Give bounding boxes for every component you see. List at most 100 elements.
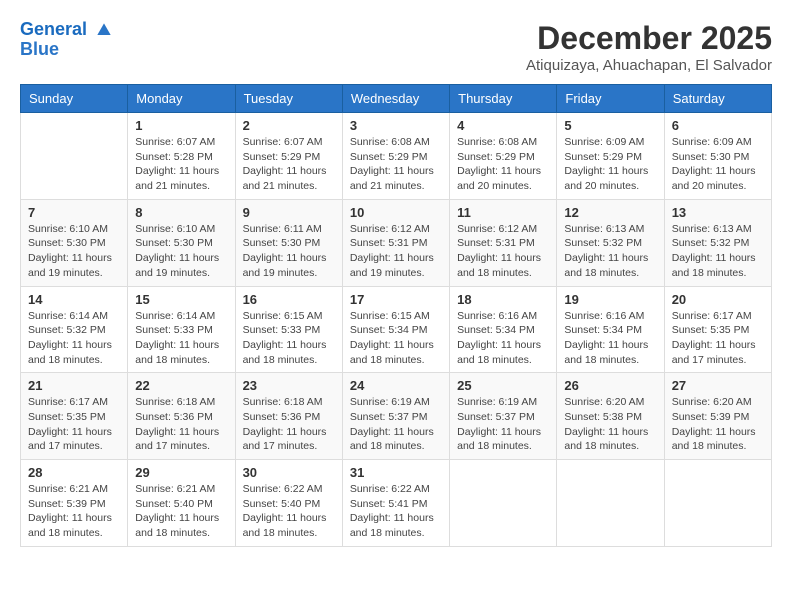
calendar-cell: 17Sunrise: 6:15 AMSunset: 5:34 PMDayligh…	[342, 286, 449, 373]
day-info: Sunrise: 6:21 AMSunset: 5:40 PMDaylight:…	[135, 482, 227, 541]
day-number: 6	[672, 118, 764, 133]
weekday-header: Thursday	[450, 85, 557, 113]
day-info: Sunrise: 6:20 AMSunset: 5:39 PMDaylight:…	[672, 395, 764, 454]
calendar-cell	[557, 460, 664, 547]
day-info: Sunrise: 6:22 AMSunset: 5:40 PMDaylight:…	[243, 482, 335, 541]
calendar-week-row: 14 Sunrise: 6:14 AMSunset: 5:32 PMDayligh…	[21, 286, 772, 373]
day-info: Sunrise: 6:18 AMSunset: 5:36 PMDaylight:…	[135, 395, 227, 454]
calendar-cell: 25Sunrise: 6:19 AMSunset: 5:37 PMDayligh…	[450, 373, 557, 460]
weekday-header-row: SundayMondayTuesdayWednesdayThursdayFrid…	[21, 85, 772, 113]
day-number: 22	[135, 378, 227, 393]
calendar-cell: 21 Sunrise: 6:17 AMSunset: 5:35 PMDayligh…	[21, 373, 128, 460]
location: Atiquizaya, Ahuachapan, El Salvador	[526, 57, 772, 74]
day-info: Sunrise: 6:22 AMSunset: 5:41 PMDaylight:…	[350, 482, 442, 541]
logo-text: General Blue	[20, 20, 114, 60]
calendar-cell: 3Sunrise: 6:08 AMSunset: 5:29 PMDaylight…	[342, 113, 449, 200]
calendar-cell: 13 Sunrise: 6:13 AMSunset: 5:32 PMDayligh…	[664, 199, 771, 286]
calendar-cell: 24 Sunrise: 6:19 AMSunset: 5:37 PMDayligh…	[342, 373, 449, 460]
day-number: 2	[243, 118, 335, 133]
day-number: 13	[672, 205, 764, 220]
day-info: Sunrise: 6:17 AMSunset: 5:35 PMDaylight:…	[28, 395, 120, 454]
calendar-cell: 28 Sunrise: 6:21 AMSunset: 5:39 PMDayligh…	[21, 460, 128, 547]
day-number: 1	[135, 118, 227, 133]
logo: General Blue	[20, 20, 114, 60]
day-number: 15	[135, 292, 227, 307]
day-info: Sunrise: 6:14 AMSunset: 5:32 PMDaylight:…	[28, 309, 120, 368]
calendar-body: 1 Sunrise: 6:07 AMSunset: 5:28 PMDaylight…	[21, 113, 772, 547]
day-number: 20	[672, 292, 764, 307]
calendar-cell: 15 Sunrise: 6:14 AMSunset: 5:33 PMDayligh…	[128, 286, 235, 373]
weekday-header: Friday	[557, 85, 664, 113]
day-number: 21	[28, 378, 120, 393]
calendar-cell: 16 Sunrise: 6:15 AMSunset: 5:33 PMDayligh…	[235, 286, 342, 373]
day-number: 8	[135, 205, 227, 220]
calendar-cell: 4Sunrise: 6:08 AMSunset: 5:29 PMDaylight…	[450, 113, 557, 200]
day-number: 11	[457, 205, 549, 220]
day-number: 18	[457, 292, 549, 307]
day-number: 29	[135, 465, 227, 480]
calendar-cell	[664, 460, 771, 547]
day-info: Sunrise: 6:15 AMSunset: 5:33 PMDaylight:…	[243, 309, 335, 368]
calendar-cell: 6 Sunrise: 6:09 AMSunset: 5:30 PMDaylight…	[664, 113, 771, 200]
day-info: Sunrise: 6:10 AMSunset: 5:30 PMDaylight:…	[135, 222, 227, 281]
day-info: Sunrise: 6:14 AMSunset: 5:33 PMDaylight:…	[135, 309, 227, 368]
day-number: 30	[243, 465, 335, 480]
calendar-cell: 31 Sunrise: 6:22 AMSunset: 5:41 PMDayligh…	[342, 460, 449, 547]
day-number: 12	[564, 205, 656, 220]
weekday-header: Monday	[128, 85, 235, 113]
weekday-header: Wednesday	[342, 85, 449, 113]
day-info: Sunrise: 6:19 AMSunset: 5:37 PMDaylight:…	[350, 395, 442, 454]
calendar-cell: 5 Sunrise: 6:09 AMSunset: 5:29 PMDaylight…	[557, 113, 664, 200]
calendar-cell: 20 Sunrise: 6:17 AMSunset: 5:35 PMDayligh…	[664, 286, 771, 373]
calendar-cell: 14 Sunrise: 6:14 AMSunset: 5:32 PMDayligh…	[21, 286, 128, 373]
calendar-cell: 12Sunrise: 6:13 AMSunset: 5:32 PMDayligh…	[557, 199, 664, 286]
day-number: 14	[28, 292, 120, 307]
day-info: Sunrise: 6:09 AMSunset: 5:29 PMDaylight:…	[564, 135, 656, 194]
day-info: Sunrise: 6:07 AMSunset: 5:28 PMDaylight:…	[135, 135, 227, 194]
day-info: Sunrise: 6:12 AMSunset: 5:31 PMDaylight:…	[457, 222, 549, 281]
calendar-cell: 7Sunrise: 6:10 AMSunset: 5:30 PMDaylight…	[21, 199, 128, 286]
calendar-cell: 22 Sunrise: 6:18 AMSunset: 5:36 PMDayligh…	[128, 373, 235, 460]
calendar-cell	[21, 113, 128, 200]
calendar-cell: 23Sunrise: 6:18 AMSunset: 5:36 PMDayligh…	[235, 373, 342, 460]
calendar-cell: 19Sunrise: 6:16 AMSunset: 5:34 PMDayligh…	[557, 286, 664, 373]
day-number: 16	[243, 292, 335, 307]
day-info: Sunrise: 6:21 AMSunset: 5:39 PMDaylight:…	[28, 482, 120, 541]
calendar-cell: 2 Sunrise: 6:07 AMSunset: 5:29 PMDaylight…	[235, 113, 342, 200]
day-number: 19	[564, 292, 656, 307]
day-info: Sunrise: 6:13 AMSunset: 5:32 PMDaylight:…	[672, 222, 764, 281]
day-number: 24	[350, 378, 442, 393]
weekday-header: Sunday	[21, 85, 128, 113]
calendar-cell: 30 Sunrise: 6:22 AMSunset: 5:40 PMDayligh…	[235, 460, 342, 547]
day-number: 27	[672, 378, 764, 393]
page-header: General Blue December 2025 Atiquizaya, A…	[20, 20, 772, 74]
calendar-table: SundayMondayTuesdayWednesdayThursdayFrid…	[20, 84, 772, 547]
day-info: Sunrise: 6:20 AMSunset: 5:38 PMDaylight:…	[564, 395, 656, 454]
day-number: 3	[350, 118, 442, 133]
day-number: 26	[564, 378, 656, 393]
calendar-cell: 11 Sunrise: 6:12 AMSunset: 5:31 PMDayligh…	[450, 199, 557, 286]
day-info: Sunrise: 6:16 AMSunset: 5:34 PMDaylight:…	[457, 309, 549, 368]
logo-icon	[94, 20, 114, 40]
day-number: 17	[350, 292, 442, 307]
calendar-cell: 27 Sunrise: 6:20 AMSunset: 5:39 PMDayligh…	[664, 373, 771, 460]
day-info: Sunrise: 6:18 AMSunset: 5:36 PMDaylight:…	[243, 395, 335, 454]
day-info: Sunrise: 6:08 AMSunset: 5:29 PMDaylight:…	[457, 135, 549, 194]
calendar-cell: 9Sunrise: 6:11 AMSunset: 5:30 PMDaylight…	[235, 199, 342, 286]
calendar-week-row: 21 Sunrise: 6:17 AMSunset: 5:35 PMDayligh…	[21, 373, 772, 460]
day-info: Sunrise: 6:09 AMSunset: 5:30 PMDaylight:…	[672, 135, 764, 194]
day-number: 31	[350, 465, 442, 480]
calendar-cell: 8 Sunrise: 6:10 AMSunset: 5:30 PMDaylight…	[128, 199, 235, 286]
day-info: Sunrise: 6:10 AMSunset: 5:30 PMDaylight:…	[28, 222, 120, 281]
day-number: 28	[28, 465, 120, 480]
calendar-week-row: 28 Sunrise: 6:21 AMSunset: 5:39 PMDayligh…	[21, 460, 772, 547]
day-number: 10	[350, 205, 442, 220]
day-number: 9	[243, 205, 335, 220]
calendar-week-row: 1 Sunrise: 6:07 AMSunset: 5:28 PMDaylight…	[21, 113, 772, 200]
weekday-header: Tuesday	[235, 85, 342, 113]
day-info: Sunrise: 6:07 AMSunset: 5:29 PMDaylight:…	[243, 135, 335, 194]
day-info: Sunrise: 6:17 AMSunset: 5:35 PMDaylight:…	[672, 309, 764, 368]
calendar-cell: 18 Sunrise: 6:16 AMSunset: 5:34 PMDayligh…	[450, 286, 557, 373]
calendar-cell	[450, 460, 557, 547]
day-number: 5	[564, 118, 656, 133]
